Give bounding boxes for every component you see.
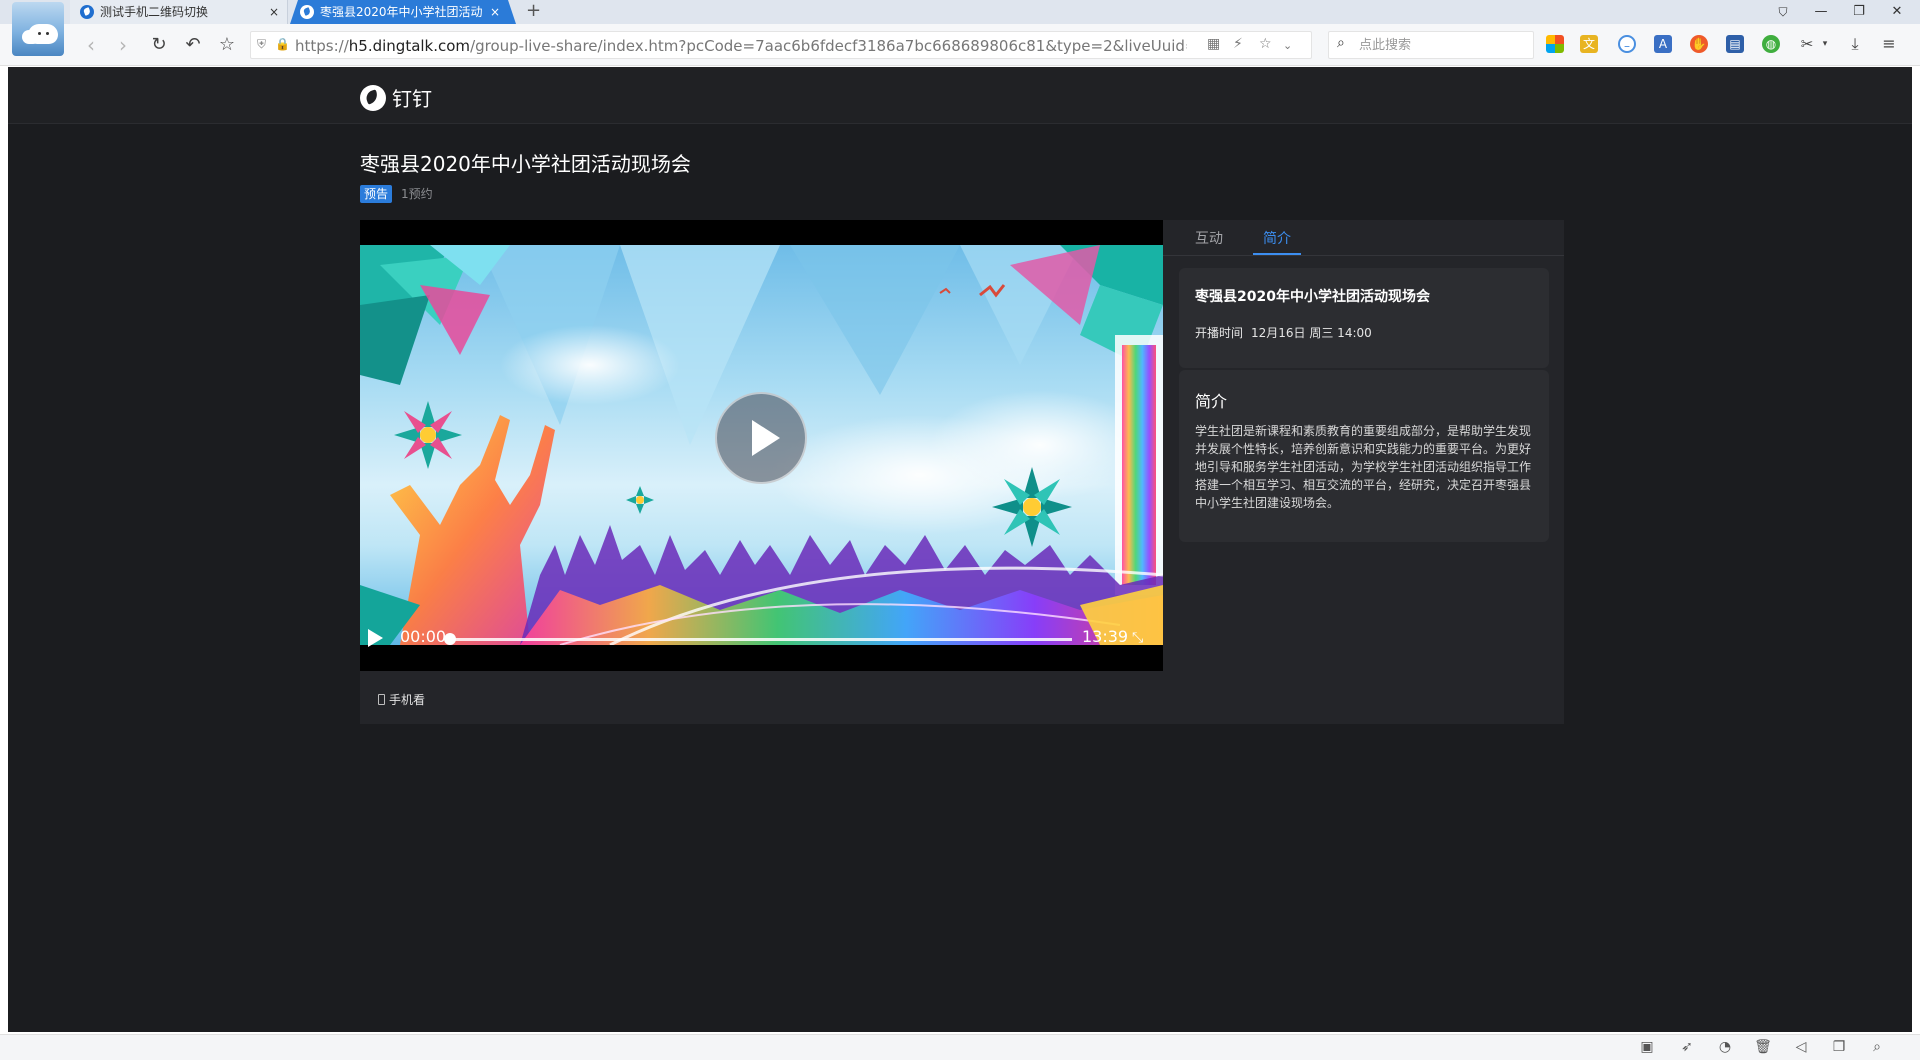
- play-overlay-button[interactable]: [715, 392, 807, 484]
- video-player[interactable]: 00:00 13:39 ⤡: [360, 220, 1163, 671]
- intro-text: 学生社团是新课程和素质教育的重要组成部分，是帮助学生发现并发展个性特长，培养创新…: [1195, 424, 1532, 510]
- zoom-icon[interactable]: ⌕: [1868, 1039, 1886, 1055]
- minimize-button[interactable]: —: [1806, 0, 1836, 24]
- fullscreen-icon[interactable]: ⤡: [1132, 630, 1143, 646]
- live-title: 枣强县2020年中小学社团活动现场会: [360, 152, 691, 176]
- block-icon[interactable]: –: [1618, 35, 1636, 53]
- phone-icon: [378, 694, 385, 705]
- side-tabs: 互动 简介: [1163, 220, 1564, 256]
- image-icon[interactable]: ▣: [1638, 1039, 1656, 1055]
- app-grid-icon[interactable]: [1546, 35, 1564, 53]
- font-a-icon[interactable]: A: [1654, 35, 1672, 53]
- search-icon: ⌕: [1337, 35, 1345, 51]
- globe-icon[interactable]: ◍: [1762, 35, 1780, 53]
- live-info-card: 枣强县2020年中小学社团活动现场会 开播时间 12月16日 周三 14:00: [1179, 268, 1549, 368]
- trash-icon[interactable]: 🗑: [1754, 1039, 1772, 1055]
- tab-interaction[interactable]: 互动: [1195, 228, 1223, 248]
- skin-icon[interactable]: ⛉: [1768, 0, 1798, 24]
- intro-card: 简介 学生社团是新课程和素质教育的重要组成部分，是帮助学生发现并发展个性特长，培…: [1179, 370, 1549, 542]
- browser-logo[interactable]: [12, 2, 64, 56]
- hand-icon[interactable]: ✋: [1690, 35, 1708, 53]
- lock-icon: 🔒: [275, 37, 290, 51]
- page-content: 钉钉 枣强县2020年中小学社团活动现场会 预告 1预约 00:00 13:39…: [8, 67, 1912, 1032]
- close-window-button[interactable]: ✕: [1882, 0, 1912, 24]
- tab-title: 枣强县2020年中小学社团活动: [320, 5, 483, 19]
- dingtalk-logo-icon: [360, 84, 386, 111]
- translate-icon[interactable]: 文: [1580, 35, 1598, 53]
- duration-time: 13:39: [1082, 627, 1129, 646]
- mobile-watch-button[interactable]: 手机看: [378, 691, 425, 708]
- dingtalk-brand[interactable]: 钉钉: [360, 83, 432, 112]
- search-box[interactable]: ⌕ 点此搜索: [1328, 31, 1534, 59]
- browser-toolbar: ‹ › ↻ ↶ ☆ ⛨ 🔒 https://h5.dingtalk.com/gr…: [0, 24, 1920, 66]
- dingtalk-favicon-icon: [300, 5, 314, 19]
- speed-icon[interactable]: ◔: [1716, 1039, 1734, 1055]
- browser-tab-live[interactable]: 枣强县2020年中小学社团活动 ×: [290, 0, 516, 24]
- bookmark-star-icon[interactable]: ☆: [1259, 36, 1272, 52]
- scissors-icon[interactable]: ✂: [1798, 35, 1816, 53]
- status-badge: 预告: [360, 185, 393, 203]
- dingtalk-favicon-icon: [80, 5, 94, 19]
- window-icon[interactable]: ❐: [1830, 1039, 1848, 1055]
- lightning-icon[interactable]: ⚡: [1233, 36, 1243, 52]
- tab-close-icon[interactable]: ×: [490, 0, 500, 24]
- url-text[interactable]: https://h5.dingtalk.com/group-live-share…: [295, 32, 1187, 60]
- new-tab-button[interactable]: +: [526, 0, 541, 22]
- booked-count: 1预约: [401, 187, 433, 201]
- browser-tab-bar: 测试手机二维码切换 × 枣强县2020年中小学社团活动 × + ⛉ — ❐ ✕: [0, 0, 1920, 24]
- reload-icon[interactable]: ↻: [146, 32, 172, 58]
- active-tab-indicator: [1253, 253, 1301, 255]
- intro-heading: 简介: [1195, 392, 1228, 411]
- tab-close-icon[interactable]: ×: [269, 0, 279, 24]
- chevron-down-icon[interactable]: ⌄: [1283, 39, 1292, 52]
- rocket-icon[interactable]: ➶: [1678, 1039, 1696, 1055]
- current-time: 00:00: [400, 627, 447, 646]
- forward-icon[interactable]: ›: [110, 32, 136, 58]
- side-panel: 互动 简介 枣强县2020年中小学社团活动现场会 开播时间 12月16日 周三 1…: [1163, 220, 1564, 724]
- mobile-watch-label: 手机看: [389, 693, 426, 707]
- site-header: 钉钉: [8, 67, 1912, 124]
- start-time-label: 开播时间: [1195, 326, 1244, 340]
- progress-track[interactable]: [450, 638, 1072, 641]
- live-start-time: 开播时间 12月16日 周三 14:00: [1195, 324, 1380, 341]
- download-icon[interactable]: ⤓: [1846, 35, 1864, 53]
- restore-button[interactable]: ❐: [1844, 0, 1874, 24]
- chevron-down-icon[interactable]: ▾: [1816, 35, 1834, 53]
- favorite-star-icon[interactable]: ☆: [214, 32, 240, 58]
- progress-handle[interactable]: [444, 633, 456, 645]
- play-icon[interactable]: [368, 629, 383, 647]
- brand-name: 钉钉: [392, 87, 432, 111]
- search-placeholder: 点此搜索: [1359, 38, 1412, 53]
- start-time-value: 12月16日 周三 14:00: [1251, 326, 1372, 340]
- shield-icon: ⛨: [257, 37, 267, 51]
- address-bar[interactable]: ⛨ 🔒 https://h5.dingtalk.com/group-live-s…: [250, 31, 1312, 59]
- tab-title: 测试手机二维码切换: [100, 5, 209, 19]
- qr-code-icon[interactable]: ▦: [1207, 36, 1220, 52]
- video-poster: [360, 245, 1163, 645]
- live-panel: 00:00 13:39 ⤡ 手机看 互动 简介 枣强县2020年中小学社团活动现…: [360, 220, 1564, 724]
- undo-close-icon[interactable]: ↶: [180, 32, 206, 58]
- book-icon[interactable]: ▤: [1726, 35, 1744, 53]
- back-icon[interactable]: ‹: [78, 32, 104, 58]
- menu-icon[interactable]: ≡: [1880, 35, 1898, 53]
- player-controls: 00:00 13:39 ⤡: [360, 620, 1163, 656]
- sound-icon[interactable]: ◁: [1792, 1039, 1810, 1055]
- live-info-name: 枣强县2020年中小学社团活动现场会: [1195, 289, 1430, 305]
- browser-status-bar: ▣ ➶ ◔ 🗑 ◁ ❐ ⌕: [0, 1034, 1920, 1060]
- tab-intro[interactable]: 简介: [1263, 228, 1291, 248]
- browser-tab-qr-test[interactable]: 测试手机二维码切换 ×: [70, 0, 288, 24]
